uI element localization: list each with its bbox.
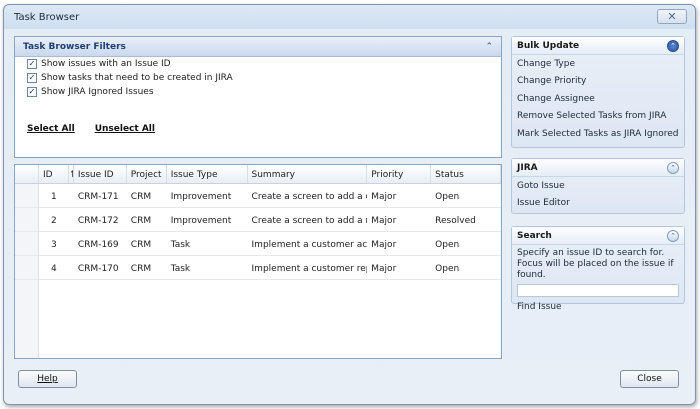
column-header-summary[interactable]: Summary bbox=[248, 165, 368, 183]
filter-ignored-row[interactable]: ✓ Show JIRA Ignored Issues bbox=[27, 85, 501, 99]
grid-header: ID ↑ Issue ID Project Issue Type Summary… bbox=[15, 165, 501, 184]
window-title: Task Browser bbox=[14, 12, 80, 23]
row-gutter bbox=[15, 184, 39, 207]
cell-id: 3 bbox=[51, 240, 57, 250]
issue-editor-link[interactable]: Issue Editor bbox=[512, 195, 684, 213]
column-header-issue-type[interactable]: Issue Type bbox=[167, 165, 248, 183]
cell-issue-type: Improvement bbox=[170, 216, 232, 226]
collapse-icon[interactable]: ⌃ bbox=[667, 40, 679, 52]
filter-issue-id-row[interactable]: ✓ Show issues with an Issue ID bbox=[27, 57, 501, 71]
cell-summary: Create a screen to add a n... bbox=[251, 216, 368, 226]
checkbox-issue-id[interactable]: ✓ bbox=[27, 59, 37, 69]
cell-project: CRM bbox=[130, 216, 152, 226]
row-gutter bbox=[15, 256, 39, 279]
search-title: Search bbox=[517, 230, 552, 241]
help-button-label: Help bbox=[37, 374, 58, 384]
collapse-icon[interactable]: ⌃ bbox=[667, 230, 679, 242]
filters-panel: Task Browser Filters ⌃ ✓ Show issues wit… bbox=[14, 36, 502, 158]
cell-project: CRM bbox=[130, 264, 152, 274]
search-panel: Search ⌃ Specify an issue ID to search f… bbox=[511, 226, 685, 312]
cell-priority: Major bbox=[371, 216, 397, 226]
select-links: Select All Unselect All bbox=[27, 124, 155, 134]
filters-header[interactable]: Task Browser Filters bbox=[15, 37, 501, 57]
table-row[interactable]: 2 CRM-172 CRM Improvement Create a scree… bbox=[15, 208, 501, 232]
find-issue-link[interactable]: Find Issue bbox=[512, 298, 684, 316]
jira-header[interactable]: JIRA bbox=[512, 159, 684, 177]
row-gutter bbox=[15, 208, 39, 231]
cell-id: 4 bbox=[51, 264, 57, 274]
unselect-all-link[interactable]: Unselect All bbox=[95, 124, 155, 134]
column-header-issue-id[interactable]: Issue ID bbox=[74, 165, 127, 183]
cell-issue-id: CRM-172 bbox=[77, 216, 119, 226]
change-assignee-link[interactable]: Change Assignee bbox=[512, 90, 684, 108]
cell-issue-type: Improvement bbox=[170, 192, 232, 202]
checkbox-ignored[interactable]: ✓ bbox=[27, 87, 37, 97]
cell-id: 2 bbox=[51, 216, 57, 226]
search-description: Specify an issue ID to search for. Focus… bbox=[517, 248, 674, 280]
cell-priority: Major bbox=[371, 264, 397, 274]
cell-issue-id: CRM-169 bbox=[77, 240, 119, 250]
row-gutter bbox=[15, 232, 39, 255]
search-input[interactable] bbox=[517, 284, 679, 297]
grid-body: 1 CRM-171 CRM Improvement Create a scree… bbox=[15, 184, 501, 280]
cell-issue-type: Task bbox=[170, 264, 191, 274]
column-header-status[interactable]: Status bbox=[431, 165, 501, 183]
cell-summary: Implement a customer report bbox=[251, 264, 368, 274]
change-priority-link[interactable]: Change Priority bbox=[512, 73, 684, 91]
table-row[interactable]: 4 CRM-170 CRM Task Implement a customer … bbox=[15, 256, 501, 280]
search-header[interactable]: Search bbox=[512, 227, 684, 245]
jira-title: JIRA bbox=[517, 162, 538, 173]
remove-selected-tasks-link[interactable]: Remove Selected Tasks from JIRA bbox=[512, 108, 684, 126]
cell-status: Open bbox=[435, 192, 460, 202]
change-type-link[interactable]: Change Type bbox=[512, 55, 684, 73]
checkbox-create-in-jira[interactable]: ✓ bbox=[27, 73, 37, 83]
filter-create-in-jira-label: Show tasks that need to be created in JI… bbox=[41, 73, 233, 83]
column-header-id[interactable]: ID bbox=[39, 165, 69, 183]
table-row[interactable]: 1 CRM-171 CRM Improvement Create a scree… bbox=[15, 184, 501, 208]
cell-priority: Major bbox=[371, 192, 397, 202]
cell-status: Resolved bbox=[435, 216, 476, 226]
close-button-label: Close bbox=[637, 374, 662, 384]
bulk-update-panel: Bulk Update ⌃ Change Type Change Priorit… bbox=[511, 36, 685, 148]
column-header-project[interactable]: Project bbox=[127, 165, 167, 183]
title-bar: Task Browser ✕ bbox=[4, 5, 695, 31]
cell-project: CRM bbox=[130, 240, 152, 250]
goto-issue-link[interactable]: Goto Issue bbox=[512, 177, 684, 195]
cell-priority: Major bbox=[371, 240, 397, 250]
window-close-icon[interactable]: ✕ bbox=[657, 9, 687, 24]
filter-issue-id-label: Show issues with an Issue ID bbox=[41, 59, 171, 69]
filter-create-in-jira-row[interactable]: ✓ Show tasks that need to be created in … bbox=[27, 71, 501, 85]
collapse-icon[interactable]: ⌃ bbox=[485, 42, 493, 52]
filters-title: Task Browser Filters bbox=[23, 41, 126, 52]
select-all-link[interactable]: Select All bbox=[27, 124, 75, 134]
cell-status: Open bbox=[435, 264, 460, 274]
header-gutter bbox=[15, 165, 39, 183]
help-button[interactable]: Help bbox=[18, 370, 77, 388]
collapse-icon[interactable]: ⌃ bbox=[667, 162, 679, 174]
cell-issue-id: CRM-171 bbox=[77, 192, 119, 202]
column-header-priority[interactable]: Priority bbox=[367, 165, 432, 183]
task-grid: ID ↑ Issue ID Project Issue Type Summary… bbox=[14, 164, 502, 359]
jira-panel: JIRA ⌃ Goto Issue Issue Editor bbox=[511, 158, 685, 214]
close-button[interactable]: Close bbox=[620, 370, 679, 388]
filter-ignored-label: Show JIRA Ignored Issues bbox=[41, 87, 154, 97]
cell-issue-type: Task bbox=[170, 240, 191, 250]
bulk-update-title: Bulk Update bbox=[517, 40, 580, 51]
cell-summary: Implement a customer acti... bbox=[251, 240, 368, 250]
bulk-update-header[interactable]: Bulk Update bbox=[512, 37, 684, 55]
cell-status: Open bbox=[435, 240, 460, 250]
cell-id: 1 bbox=[51, 192, 57, 202]
mark-ignored-link[interactable]: Mark Selected Tasks as JIRA Ignored bbox=[512, 125, 684, 143]
cell-issue-id: CRM-170 bbox=[77, 264, 119, 274]
cell-project: CRM bbox=[130, 192, 152, 202]
cell-summary: Create a screen to add a c... bbox=[251, 192, 368, 202]
table-row[interactable]: 3 CRM-169 CRM Task Implement a customer … bbox=[15, 232, 501, 256]
